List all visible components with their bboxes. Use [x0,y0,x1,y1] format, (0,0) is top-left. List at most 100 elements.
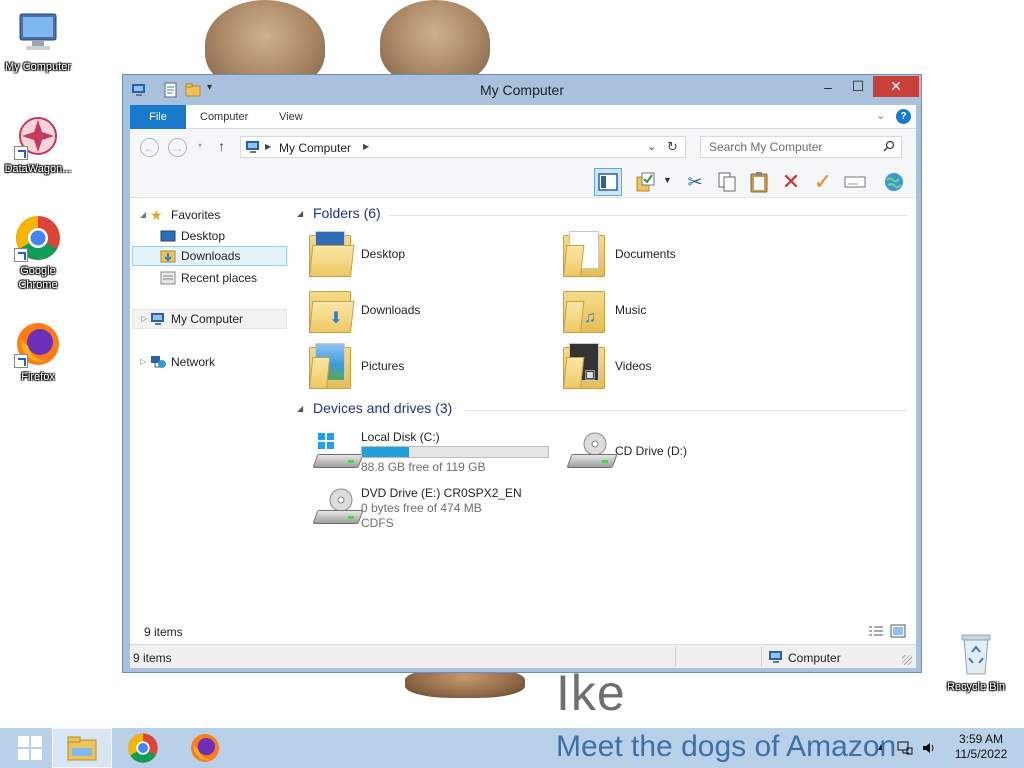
firefox-icon [14,320,62,368]
tab-view[interactable]: View [265,105,317,129]
breadcrumb-my-computer[interactable]: My Computer [279,141,351,155]
resize-grip-icon[interactable] [902,655,912,665]
details-view-icon[interactable] [868,624,884,641]
refresh-icon[interactable]: ↻ [667,139,678,155]
status-item-count: 9 items [133,651,172,665]
search-icon[interactable] [883,140,895,155]
tab-computer[interactable]: Computer [186,105,262,129]
folder-name: Documents [615,247,676,261]
collapse-group-icon[interactable]: ◢ [297,209,303,218]
navigation-pane: ◢ ★ Favorites Desktop Downloads Recent p… [130,198,290,618]
address-dropdown-chevron-icon[interactable]: ⌄ [647,140,656,153]
nav-desktop[interactable]: Desktop [132,226,287,246]
folder-name: Music [615,303,647,317]
windows-logo-icon [18,736,42,760]
desktop-icon-recycle-bin[interactable]: Recycle Bin [938,630,1014,694]
up-arrow-icon[interactable]: ↑ [218,138,225,154]
folder-music[interactable]: ♫ Music [551,285,801,337]
collapse-triangle-icon[interactable]: ▷ [140,352,150,372]
cut-icon[interactable]: ✂ [681,168,709,196]
desktop-icon-my-computer[interactable]: My Computer [0,10,76,74]
rename-field-icon[interactable] [841,168,869,196]
large-icons-view-icon[interactable] [890,624,906,641]
documents-folder-icon [563,231,605,277]
music-folder-icon: ♫ [563,287,605,333]
maximize-button[interactable]: ☐ [843,76,873,97]
desktop-icon-label: Firefox [21,371,55,383]
nav-my-computer[interactable]: ▷ My Computer [132,309,287,329]
properties-toolbar-icon[interactable] [632,168,660,196]
folder-videos[interactable]: ▣ Videos [551,341,801,393]
taskbar-file-explorer[interactable] [52,728,112,768]
chrome-icon [128,733,158,763]
volume-icon[interactable] [921,740,937,759]
title-bar[interactable]: ▾ My Computer – ☐ ✕ [123,75,921,105]
delete-icon[interactable]: ✕ [777,168,805,196]
breadcrumb-separator-icon[interactable]: ▶ [363,142,369,151]
drive-cd-d[interactable]: CD Drive (D:) [561,428,821,484]
copy-icon[interactable] [713,168,741,196]
taskbar-firefox[interactable] [175,728,235,768]
status-location: Computer [788,651,841,665]
computer-icon [14,10,62,58]
status-divider [761,647,762,667]
forward-button[interactable]: → [168,138,187,157]
desktop-icon-firefox[interactable]: Firefox [0,320,76,384]
drive-local-disk-c[interactable]: Local Disk (C:) 88.8 GB free of 119 GB [307,428,567,484]
nav-network[interactable]: ▷ Network [132,352,287,372]
nav-label: Downloads [181,249,241,263]
folder-desktop[interactable]: Desktop [297,229,547,281]
close-button[interactable]: ✕ [873,76,919,97]
nav-label: Favorites [171,208,221,222]
drive-dvd-e[interactable]: DVD Drive (E:) CR0SPX2_EN 0 bytes free o… [307,484,567,540]
start-button[interactable] [0,728,60,768]
capacity-bar-fill [362,447,410,457]
show-hidden-icons-chevron-icon[interactable]: ▲ [876,742,886,753]
nav-recent-places[interactable]: Recent places [132,268,287,288]
recycle-bin-icon [952,630,1000,678]
nav-downloads[interactable]: Downloads [132,246,287,266]
search-input[interactable] [701,137,877,157]
recent-locations-chevron-icon[interactable]: ▾ [198,141,202,150]
folder-documents[interactable]: Documents [551,229,801,281]
expand-ribbon-chevron-icon[interactable]: ⌄ [876,109,885,122]
properties-dropdown-chevron-icon[interactable]: ▼ [663,175,672,185]
help-icon[interactable]: ? [896,109,911,124]
videos-folder-icon: ▣ [563,343,605,389]
folder-pictures[interactable]: Pictures [297,341,547,393]
breadcrumb-separator-icon[interactable]: ▶ [265,142,271,151]
address-bar[interactable]: ▶ My Computer ▶ ⌄ ↻ [240,136,686,158]
collapse-group-icon[interactable]: ◢ [297,404,303,413]
drive-name: DVD Drive (E:) CR0SPX2_EN [361,486,522,500]
folder-downloads[interactable]: ⬇ Downloads [297,285,547,337]
shortcut-arrow-icon [14,248,28,262]
rename-check-icon[interactable]: ✓ [809,168,837,196]
globe-icon[interactable] [880,168,908,196]
folder-name: Desktop [361,247,406,261]
status-divider [675,647,676,667]
paste-icon[interactable] [745,168,773,196]
recent-places-icon [160,271,176,285]
nav-favorites[interactable]: ◢ ★ Favorites [132,205,287,225]
group-divider [465,410,907,411]
computer-icon [150,312,166,326]
preview-pane-button[interactable] [594,168,622,196]
capacity-bar [361,446,549,458]
downloads-folder-icon: ⬇ [309,287,355,333]
minimize-button[interactable]: – [813,76,843,97]
clock[interactable]: 3:59 AM 11/5/2022 [944,732,1018,762]
back-button[interactable]: ← [140,138,159,157]
desktop-icon-datawagon[interactable]: DataWagon... [0,112,76,176]
search-box[interactable] [700,136,902,158]
nav-label: Recent places [181,271,258,285]
expand-triangle-icon[interactable]: ◢ [140,205,150,225]
tab-file[interactable]: File [130,105,186,129]
footer-item-count: 9 items [144,625,183,639]
drive-free-space: 88.8 GB free of 119 GB [361,460,486,474]
taskbar-chrome[interactable] [113,728,173,768]
cd-drive-icon [566,432,618,476]
network-tray-icon[interactable] [897,740,913,759]
desktop-icon-label: Recycle Bin [946,681,1006,693]
desktop-icon-chrome[interactable]: Google Chrome [0,214,76,292]
command-toolbar: ▼ ✂ ✕ ✓ [130,166,916,198]
